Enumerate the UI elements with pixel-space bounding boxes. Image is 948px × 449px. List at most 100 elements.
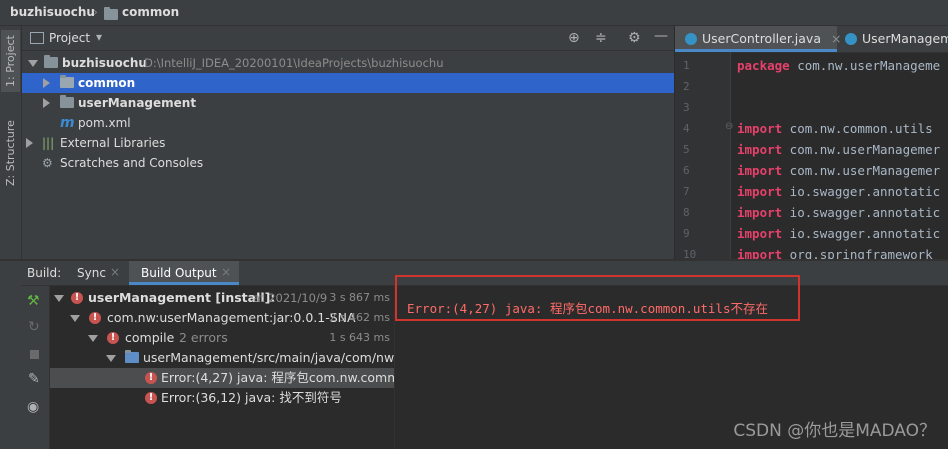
tree-item-label: userManagement bbox=[78, 96, 197, 110]
build-row-label: compile bbox=[125, 330, 175, 345]
code-line[interactable]: import com.nw.userManagemer bbox=[737, 163, 940, 178]
project-tree: buzhisuochu D:\IntelliJ_IDEA_20200101\Id… bbox=[22, 51, 674, 259]
code-text: io.swagger.annotatic bbox=[782, 184, 941, 199]
tab-project[interactable]: 1: Project bbox=[1, 30, 20, 92]
line-number: 9 bbox=[683, 227, 690, 240]
tab-sync[interactable]: Sync bbox=[77, 266, 106, 280]
java-class-icon bbox=[685, 33, 697, 45]
module-folder-icon bbox=[60, 95, 74, 108]
tree-root-label: buzhisuochu bbox=[62, 56, 147, 70]
chevron-down-icon[interactable] bbox=[70, 315, 80, 322]
chevron-down-icon[interactable] bbox=[54, 295, 64, 302]
error-icon: ! bbox=[71, 292, 83, 304]
tab-label: UserController.java bbox=[702, 31, 821, 46]
code-line[interactable]: import com.nw.common.utils bbox=[737, 121, 933, 136]
module-folder-icon bbox=[44, 55, 58, 68]
tree-item-label: Scratches and Consoles bbox=[60, 156, 204, 170]
code-text: com.nw.userManageme bbox=[789, 58, 941, 73]
close-icon[interactable]: × bbox=[221, 265, 231, 279]
chevron-right-icon[interactable] bbox=[43, 78, 50, 88]
tab-build-output[interactable]: Build Output × bbox=[129, 261, 239, 285]
error-icon: ! bbox=[145, 392, 157, 404]
tree-item-root[interactable]: buzhisuochu D:\IntelliJ_IDEA_20200101\Id… bbox=[22, 53, 674, 73]
line-number: 1 bbox=[683, 59, 690, 72]
tab-label: Build Output bbox=[141, 266, 217, 280]
error-icon: ! bbox=[89, 312, 101, 324]
build-row-selected[interactable]: ! Error:(4,27) java: 程序包com.nw.common bbox=[50, 368, 415, 388]
tree-item-external-libraries[interactable]: ||| External Libraries bbox=[22, 133, 674, 153]
build-row[interactable]: ! userManagement [install]: at 2021/10/9… bbox=[50, 288, 394, 308]
tree-item-label: pom.xml bbox=[78, 116, 131, 130]
hammer-icon[interactable]: ⚒ bbox=[27, 294, 40, 308]
editor-tabs: UserController.java × UserManagem bbox=[675, 26, 948, 53]
chevron-down-icon[interactable]: ▾ bbox=[96, 30, 102, 44]
build-row-label: Error:(36,12) java: 找不到符号 bbox=[161, 390, 342, 405]
code-line[interactable]: import io.swagger.annotatic bbox=[737, 205, 940, 220]
file-icon bbox=[125, 350, 139, 363]
project-panel-title[interactable]: Project bbox=[49, 31, 90, 45]
tree-item-pom[interactable]: m pom.xml bbox=[22, 113, 674, 133]
code-line[interactable]: package com.nw.userManageme bbox=[737, 58, 940, 73]
tree-root-path: D:\IntelliJ_IDEA_20200101\IdeaProjects\b… bbox=[144, 56, 444, 70]
code-line[interactable]: import com.nw.userManagemer bbox=[737, 142, 940, 157]
breadcrumb: buzhisuochu › common bbox=[0, 0, 948, 26]
code-line[interactable]: import io.swagger.annotatic bbox=[737, 184, 940, 199]
build-row[interactable]: ! com.nw:userManagement:jar:0.0.1-SNA 2 … bbox=[50, 308, 394, 328]
stop-icon[interactable] bbox=[30, 350, 39, 359]
chevron-right-icon[interactable] bbox=[26, 138, 33, 148]
close-icon[interactable]: × bbox=[110, 265, 120, 279]
build-row[interactable]: ! Error:(36,12) java: 找不到符号 bbox=[50, 388, 394, 408]
keyword: import bbox=[737, 226, 783, 241]
collapse-all-icon[interactable]: ≑ bbox=[595, 31, 607, 45]
tab-structure-label: Z: Structure bbox=[4, 120, 17, 186]
fold-icon[interactable]: ⊖ bbox=[725, 121, 733, 132]
error-icon: ! bbox=[107, 332, 119, 344]
build-row[interactable]: ! compile 2 errors 1 s 643 ms bbox=[50, 328, 394, 348]
module-folder-icon bbox=[60, 75, 74, 88]
build-tree: ! userManagement [install]: at 2021/10/9… bbox=[50, 286, 415, 449]
code-text: com.nw.common.utils bbox=[782, 121, 933, 136]
tree-item-usermanagement[interactable]: userManagement bbox=[22, 93, 674, 113]
build-row-extra: 2 errors bbox=[179, 330, 228, 345]
tab-structure[interactable]: Z: Structure bbox=[1, 120, 20, 186]
tab-project-label: 1: Project bbox=[4, 35, 17, 87]
tree-item-label: common bbox=[78, 76, 136, 90]
scratches-icon: ⚙ bbox=[42, 156, 53, 170]
code-line[interactable]: import io.swagger.annotatic bbox=[737, 226, 940, 241]
eye-icon[interactable]: ◉ bbox=[27, 400, 39, 414]
breadcrumb-root[interactable]: buzhisuochu bbox=[10, 5, 95, 19]
chevron-down-icon[interactable] bbox=[28, 60, 38, 67]
build-row-time: 2 s 462 ms bbox=[329, 311, 390, 324]
tree-item-common[interactable]: common bbox=[22, 73, 674, 93]
pin-icon[interactable]: ✎ bbox=[28, 372, 40, 386]
build-row-label: Error:(4,27) java: 程序包com.nw.common bbox=[161, 370, 415, 385]
project-icon bbox=[30, 32, 44, 44]
line-number: 8 bbox=[683, 206, 690, 219]
java-class-icon bbox=[845, 33, 857, 45]
tab-label: UserManagem bbox=[862, 31, 948, 46]
line-number: 3 bbox=[683, 101, 690, 114]
keyword: import bbox=[737, 142, 783, 157]
rerun-icon[interactable]: ↻ bbox=[28, 320, 40, 334]
build-label: Build: bbox=[27, 266, 62, 280]
keyword: import bbox=[737, 163, 783, 178]
chevron-down-icon[interactable] bbox=[88, 335, 98, 342]
close-icon[interactable]: × bbox=[831, 31, 841, 46]
build-side-toolbar: ⚒ ↻ ✎ ◉ bbox=[21, 286, 50, 449]
keyword: import bbox=[737, 121, 783, 136]
breadcrumb-child[interactable]: common bbox=[122, 5, 179, 19]
code-editor: UserController.java × UserManagem 1 packa… bbox=[675, 26, 948, 262]
code-text: io.swagger.annotatic bbox=[782, 205, 941, 220]
minimize-icon[interactable]: — bbox=[654, 29, 668, 43]
gear-icon[interactable]: ⚙ bbox=[628, 31, 641, 45]
chevron-down-icon[interactable] bbox=[106, 355, 116, 362]
tree-item-scratches[interactable]: ⚙ Scratches and Consoles bbox=[22, 153, 674, 173]
build-row[interactable]: userManagement/src/main/java/com/nw/us bbox=[50, 348, 413, 368]
locate-icon[interactable]: ⊕ bbox=[568, 31, 580, 45]
line-number: 4 bbox=[683, 122, 690, 135]
build-output-console[interactable]: Error:(4,27) java: 程序包com.nw.common.util… bbox=[395, 275, 948, 449]
tab-usercontroller[interactable]: UserController.java × bbox=[675, 26, 841, 52]
tab-usermanagement[interactable]: UserManagem bbox=[845, 26, 948, 52]
project-panel-header: Project ▾ ⊕ ≑ ⚙ — bbox=[22, 26, 674, 51]
chevron-right-icon[interactable] bbox=[43, 98, 50, 108]
